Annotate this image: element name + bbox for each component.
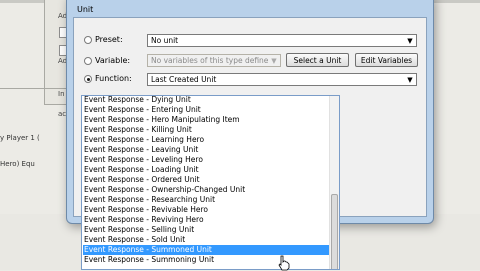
chevron-down-icon[interactable]: ▼: [405, 75, 415, 84]
chevron-down-icon[interactable]: ▼: [269, 56, 279, 65]
select-unit-button[interactable]: Select a Unit: [286, 53, 349, 67]
function-radio[interactable]: [84, 75, 92, 83]
list-item[interactable]: Event Response - Researching Unit: [83, 195, 339, 205]
list-item[interactable]: Event Response - Killing Unit: [83, 125, 339, 135]
list-item[interactable]: Event Response - Loading Unit: [83, 165, 339, 175]
list-scrollbar[interactable]: [329, 96, 339, 269]
list-item[interactable]: Event Response - Leaving Unit: [83, 145, 339, 155]
background-label: ac: [58, 110, 67, 118]
trigger-line: Hero) Equ: [0, 160, 35, 168]
hand-cursor-icon: [278, 255, 290, 271]
list-item-selected[interactable]: Event Response - Summoned Unit: [83, 245, 339, 255]
function-dropdown[interactable]: Last Created Unit ▼: [147, 73, 417, 86]
preset-dropdown[interactable]: No unit ▼: [147, 34, 417, 47]
variable-value: No variables of this type define: [151, 56, 269, 65]
preset-radio[interactable]: [84, 36, 92, 44]
variable-radio[interactable]: [84, 57, 92, 65]
list-item[interactable]: Event Response - Revivable Hero: [83, 205, 339, 215]
list-item[interactable]: Event Response - Dying Unit: [83, 96, 339, 105]
function-value: Last Created Unit: [151, 75, 217, 84]
trigger-line: y Player 1 (: [0, 134, 40, 142]
list-item[interactable]: Event Response - Reviving Hero: [83, 215, 339, 225]
scrollbar-thumb[interactable]: [331, 194, 338, 269]
dialog-title: Unit: [77, 5, 94, 14]
list-item[interactable]: Event Response - Leveling Hero: [83, 155, 339, 165]
variable-label: Variable:: [95, 56, 131, 65]
list-item[interactable]: Event Response - Sold Unit: [83, 235, 339, 245]
list-item[interactable]: Event Response - Learning Hero: [83, 135, 339, 145]
function-list[interactable]: Event Response - Dying Unit Event Respon…: [81, 95, 340, 270]
variable-dropdown[interactable]: No variables of this type define ▼: [147, 54, 281, 67]
background-label: In: [58, 90, 65, 98]
edit-variables-button[interactable]: Edit Variables: [355, 53, 418, 67]
background-divider: [0, 88, 70, 89]
list-item[interactable]: Event Response - Hero Manipulating Item: [83, 115, 339, 125]
preset-value: No unit: [151, 36, 179, 45]
function-label: Function:: [95, 74, 132, 83]
chevron-down-icon[interactable]: ▼: [405, 36, 415, 45]
list-item[interactable]: Event Response - Summoning Unit: [83, 255, 339, 265]
list-item[interactable]: Event Response - Ordered Unit: [83, 175, 339, 185]
list-item[interactable]: Event Response - Ownership-Changed Unit: [83, 185, 339, 195]
list-item[interactable]: Event Response - Selling Unit: [83, 225, 339, 235]
preset-label: Preset:: [95, 35, 123, 44]
list-item[interactable]: Event Response - Entering Unit: [83, 105, 339, 115]
